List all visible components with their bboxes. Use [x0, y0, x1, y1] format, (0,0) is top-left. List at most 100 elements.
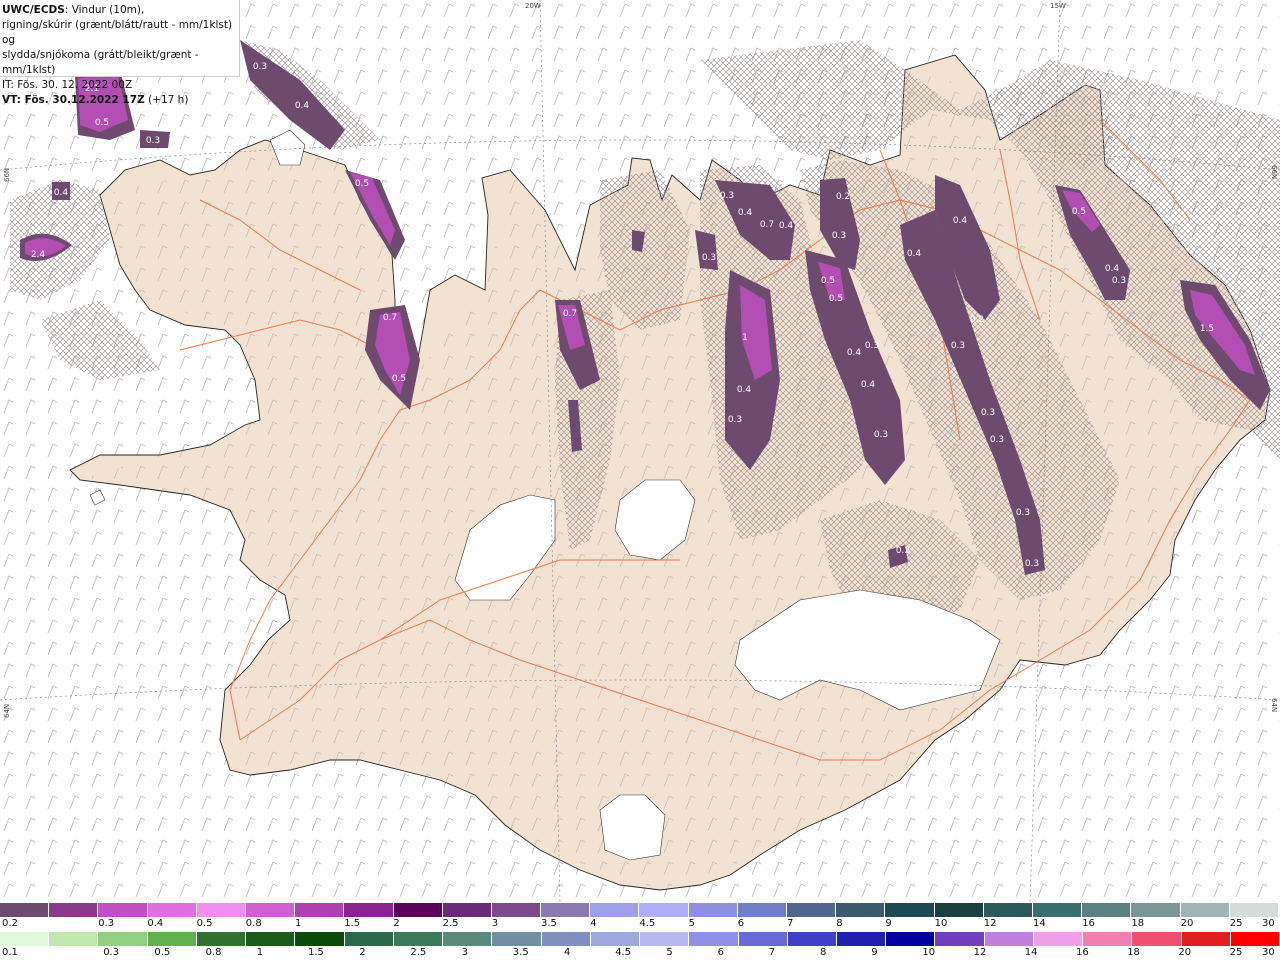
rain-legend-label: 8 [820, 947, 827, 958]
precip-label: 0.4 [738, 208, 753, 218]
snow-legend-swatch [491, 903, 542, 917]
rain-legend-swatch [49, 932, 99, 946]
snow-legend-swatch [245, 903, 296, 917]
rain-legend-label: 3 [461, 947, 468, 958]
snow-legend-swatch [836, 903, 886, 917]
precip-label: 0.2 [836, 192, 850, 202]
precip-label: 0.5 [95, 118, 109, 128]
rain-legend-label: 25 [1229, 947, 1243, 958]
precip-label: 2.4 [31, 250, 46, 260]
precip-label: 0.3 [146, 136, 160, 146]
model-name: UWC/ECDS [2, 4, 65, 16]
rain-legend-label: 6 [717, 947, 724, 958]
precip-label: 0.2 [970, 315, 984, 325]
snow-legend-label: 8 [836, 918, 843, 929]
precip-label: 0.5 [829, 294, 843, 304]
precip-label: 0.3 [720, 191, 734, 201]
snow-legend-swatch [147, 903, 197, 917]
map-title-box: UWC/ECDS: Vindur (10m), rigning/skúrir (… [0, 0, 240, 106]
rain-legend-swatch [886, 932, 936, 946]
precip-label: 0.7 [563, 309, 577, 319]
rain-legend-label: 10 [922, 947, 936, 958]
snow-legend-label: 5 [688, 918, 695, 929]
precip-label: 0.5 [355, 179, 369, 189]
valid-time-line: VT: Fös. 30.12.2022 17Z (+17 h) [2, 93, 239, 108]
snow-legend-label: 18 [1131, 918, 1145, 929]
rain-legend-swatch [196, 932, 247, 946]
rain-legend-label: 18 [1127, 947, 1140, 958]
rain-legend-swatch [246, 932, 296, 946]
precip-label: 0.4 [953, 216, 968, 226]
snow-legend-swatch [639, 903, 689, 917]
rain-legend-swatch [295, 932, 345, 946]
rain-legend-label: 0.3 [103, 947, 120, 958]
snow-legend-label: 0.2 [2, 918, 18, 929]
rain-legend-label: 14 [1024, 947, 1038, 958]
precip-label: 0.4 [847, 348, 862, 358]
snow-legend-label: 10 [934, 918, 948, 929]
snow-legend-label: 2 [393, 918, 400, 929]
precip-label: 0.4 [737, 385, 752, 395]
snow-legend-swatch [0, 903, 50, 917]
snow-legend-label: 0.5 [196, 918, 213, 929]
rain-legend-labels: 0.1 0.3 0.5 0.8 1 1.5 2 2.5 3 3.5 4 4.5 5 6 7 8 9 10 12 14 1… [0, 947, 1280, 959]
lat-label-64n-right: 64N [1270, 698, 1278, 712]
snow-legend-label: 6 [737, 918, 745, 929]
snow-legend-swatch [590, 903, 640, 917]
lat-label-64n-left: 64N [3, 704, 11, 718]
rain-legend-label: 2.5 [410, 947, 427, 958]
rain-legend-label: 9 [871, 947, 878, 958]
snow-legend-label: 0.8 [245, 918, 262, 929]
precip-label: 0.3 [253, 62, 267, 72]
snow-legend-swatch [541, 903, 591, 917]
snow-legend-swatch [393, 903, 443, 917]
rain-legend-label: 0.8 [205, 947, 222, 958]
precip-label: 0.4 [907, 249, 922, 259]
precip-label: 0.3 [981, 408, 995, 418]
snow-legend-swatch [295, 903, 345, 917]
snow-legend-swatch [98, 903, 148, 917]
rain-legend-swatch [640, 932, 690, 946]
precip-label: 0.4 [54, 188, 69, 198]
snow-legend-label: 4 [590, 918, 597, 929]
snow-legend-label: 9 [885, 918, 892, 929]
snow-legend-swatch [1131, 903, 1181, 917]
rain-legend-label: 5 [666, 947, 673, 958]
rain-legend-swatch [492, 932, 542, 946]
snow-legend-label: 3.5 [541, 918, 557, 929]
rain-legend-label: 4 [564, 947, 571, 958]
color-legend: 0.2 0.3 0.4 0.5 0.8 1 1.5 2 2.5 3 3.5 4 4.5 5 6 7 8 9 10 12… [0, 903, 1280, 960]
lon-label-20w: 20W [525, 2, 541, 10]
rain-legend-swatch [1033, 932, 1084, 946]
snow-legend-swatch [983, 903, 1033, 917]
precip-label: 0.4 [1105, 264, 1120, 274]
rain-legend-label: 20 [1178, 947, 1192, 958]
rain-legend-swatch [98, 932, 148, 946]
rain-legend-swatch [443, 932, 493, 946]
rain-legend-swatch [0, 932, 50, 946]
precip-label: 0.3 [728, 415, 742, 425]
lat-label-66n-left: 66N [3, 168, 11, 182]
precip-label: 0.3 [702, 253, 716, 263]
rain-legend-label: 12 [973, 947, 987, 958]
snow-legend-swatch [1229, 903, 1279, 917]
precip-label: 0.3 [832, 231, 846, 241]
rain-legend-label: 3.5 [512, 947, 529, 958]
snow-legend-swatch [442, 903, 492, 917]
rain-color-bar [0, 932, 1280, 946]
precip-label: 0.3 [1025, 559, 1039, 569]
snow-legend-label: 3 [491, 918, 499, 929]
snow-legend-swatch [934, 903, 984, 917]
snow-legend-label: 1.5 [344, 918, 361, 929]
snow-legend-swatch [344, 903, 394, 917]
precip-label: 1 [742, 333, 748, 343]
rain-legend-label: 16 [1076, 947, 1089, 958]
precip-label: 0.5 [1072, 207, 1086, 217]
snow-legend-swatch [737, 903, 787, 917]
snow-legend-label: 20 [1180, 918, 1194, 929]
rain-legend-swatch [147, 932, 197, 946]
precip-label: 0.4 [779, 221, 794, 231]
rain-legend-swatch [1132, 932, 1182, 946]
snow-legend-swatch [49, 903, 99, 917]
title-line-1: UWC/ECDS: Vindur (10m), [2, 3, 239, 18]
